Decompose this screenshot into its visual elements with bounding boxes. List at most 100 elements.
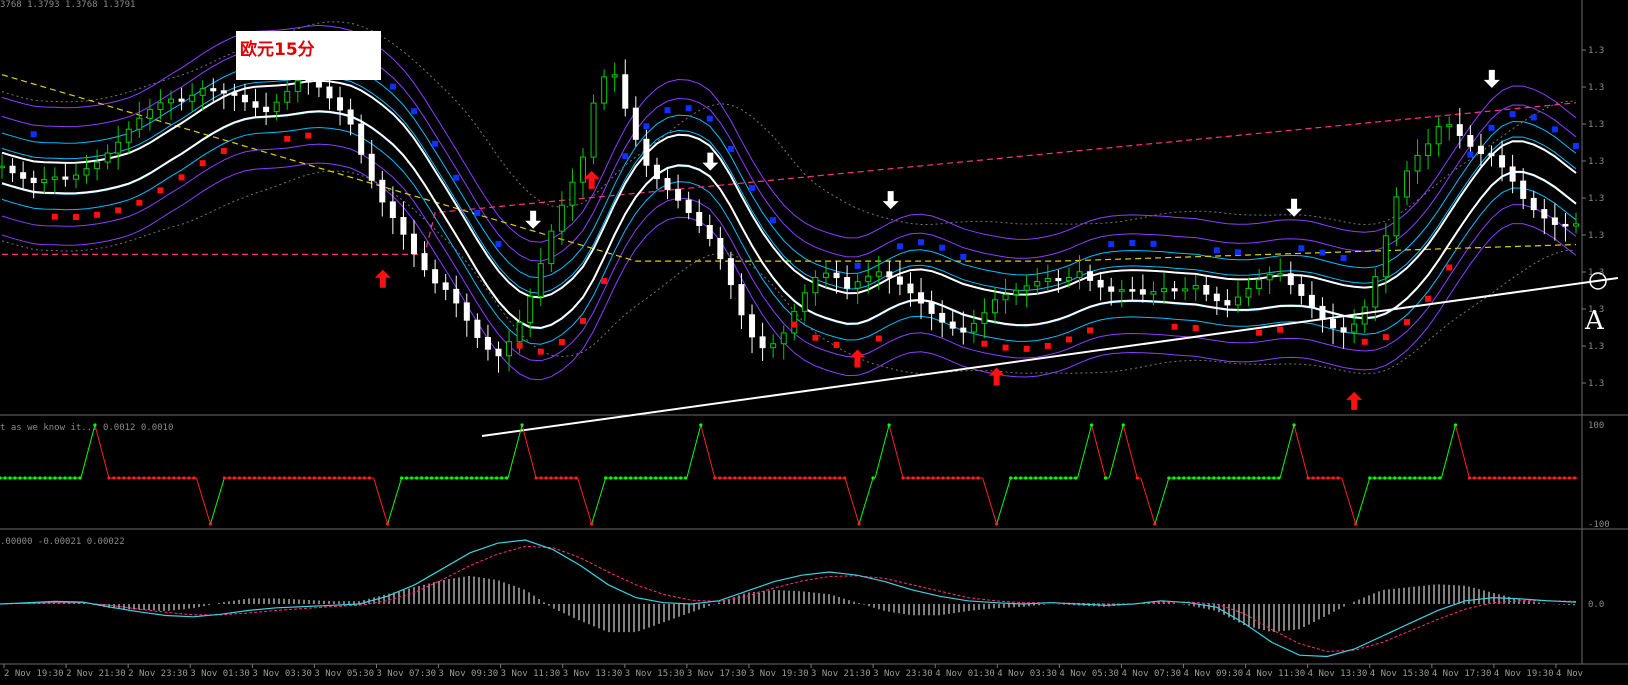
- macd-line: [0, 539, 1577, 658]
- dot-red: [791, 321, 798, 328]
- candle-body: [801, 292, 808, 312]
- envelope-lower: [1, 170, 1577, 375]
- candle-body: [410, 233, 417, 255]
- candle-body: [474, 319, 481, 339]
- osc-dot: [1562, 476, 1567, 480]
- osc-recover: [858, 477, 874, 525]
- candle-body: [960, 327, 967, 333]
- candle-body: [632, 107, 639, 140]
- osc-dot: [1547, 476, 1552, 480]
- candle-body: [1446, 124, 1453, 128]
- osc-dot: [1517, 476, 1522, 480]
- candle-body: [865, 275, 872, 283]
- dot-red: [1446, 264, 1453, 271]
- candle-body: [189, 94, 196, 102]
- osc-dot: [1542, 476, 1547, 480]
- x-tick-label: 2 Nov 23:30: [128, 669, 188, 679]
- osc-dot: [1477, 476, 1482, 480]
- dot-red: [516, 342, 523, 349]
- candle-body: [463, 302, 470, 321]
- osc-dot: [1153, 522, 1157, 526]
- osc-recover: [209, 477, 225, 525]
- candle-body: [1488, 153, 1495, 157]
- x-tick-label: 3 Nov 23:30: [873, 669, 933, 679]
- osc-dot: [1482, 476, 1487, 480]
- dot-blue: [1573, 142, 1579, 149]
- y-tick-label: 1.3: [1588, 120, 1604, 130]
- ma-yellow-dashed: [1, 74, 1577, 262]
- candle-body: [1213, 293, 1220, 302]
- candle-body: [780, 332, 787, 345]
- dot-blue: [854, 262, 861, 269]
- candle-body: [991, 299, 998, 314]
- osc-rise: [686, 424, 702, 479]
- x-tick-label: 4 Nov 07:30: [1121, 669, 1181, 679]
- osc-dot: [1572, 476, 1577, 480]
- candle-body: [199, 88, 206, 96]
- candle-body: [1435, 126, 1442, 145]
- osc-dot: [1512, 476, 1517, 480]
- candle-body: [1013, 289, 1020, 296]
- candle-body: [1477, 145, 1484, 155]
- candle-body: [1393, 196, 1400, 237]
- y-tick-label: 1.3: [1588, 379, 1604, 389]
- dot-blue: [896, 243, 903, 250]
- candle-body: [252, 101, 259, 108]
- dot-red: [220, 147, 227, 154]
- candle-body: [1002, 294, 1009, 301]
- arrow-up-red: [849, 349, 866, 368]
- candle-body: [1224, 300, 1231, 306]
- dot-red: [1002, 344, 1009, 351]
- osc-rise: [1279, 424, 1295, 479]
- x-tick-label: 3 Nov 05:30: [314, 669, 374, 679]
- x-tick-label: 4 Nov 05:30: [1059, 669, 1119, 679]
- candle-body: [1319, 305, 1326, 320]
- annotation-a: A: [1585, 306, 1604, 336]
- dot-red: [537, 348, 544, 355]
- arrow-down-white: [525, 210, 542, 229]
- osc-drop: [373, 477, 389, 525]
- candle-body: [1541, 209, 1548, 219]
- x-tick-label: 4 Nov 15:30: [1370, 669, 1430, 679]
- x-tick-label: 3 Nov 03:30: [252, 669, 312, 679]
- chart-title-box: 欧元15分: [236, 31, 381, 80]
- candle-body: [558, 204, 565, 232]
- candle-body: [1467, 134, 1474, 147]
- candle-body: [1414, 154, 1421, 172]
- candle-body: [1182, 288, 1189, 292]
- osc-dot: [1522, 476, 1527, 480]
- dot-red: [1382, 334, 1389, 341]
- dot-blue: [1340, 255, 1347, 262]
- x-tick-label: 3 Nov 21:30: [811, 669, 871, 679]
- dot-blue: [727, 145, 734, 152]
- candle-body: [939, 312, 946, 323]
- osc-fall: [888, 424, 904, 479]
- x-tick-label: 3 Nov 07:30: [376, 669, 436, 679]
- x-tick-label: 3 Nov 11:30: [501, 669, 561, 679]
- candle-body: [241, 94, 248, 103]
- dot-blue: [622, 153, 629, 160]
- y-tick-label: 1.3: [1588, 157, 1604, 167]
- candle-body: [347, 109, 354, 125]
- candle-body: [442, 282, 449, 290]
- osc-drop: [982, 477, 998, 525]
- x-tick-label: 3 Nov 13:30: [563, 669, 623, 679]
- candle-body: [812, 276, 819, 294]
- candle-body: [822, 272, 829, 278]
- osc-rise: [1440, 424, 1456, 479]
- osc-dot: [1467, 476, 1472, 480]
- osc-dot: [1487, 476, 1492, 480]
- candle-body: [30, 177, 37, 184]
- candle-body: [548, 230, 555, 265]
- x-tick-label: 4 Nov 11:30: [1246, 669, 1306, 679]
- y-tick-label: 1.3: [1588, 194, 1604, 204]
- candle-body: [146, 109, 153, 119]
- dot-blue: [495, 240, 502, 247]
- candle-body: [1425, 143, 1432, 156]
- candle-body: [1034, 281, 1041, 287]
- dot-red: [199, 160, 206, 167]
- dot-red: [1256, 329, 1263, 336]
- arrow-up-red: [988, 367, 1005, 386]
- dot-blue: [410, 108, 417, 115]
- candle-body: [601, 76, 608, 104]
